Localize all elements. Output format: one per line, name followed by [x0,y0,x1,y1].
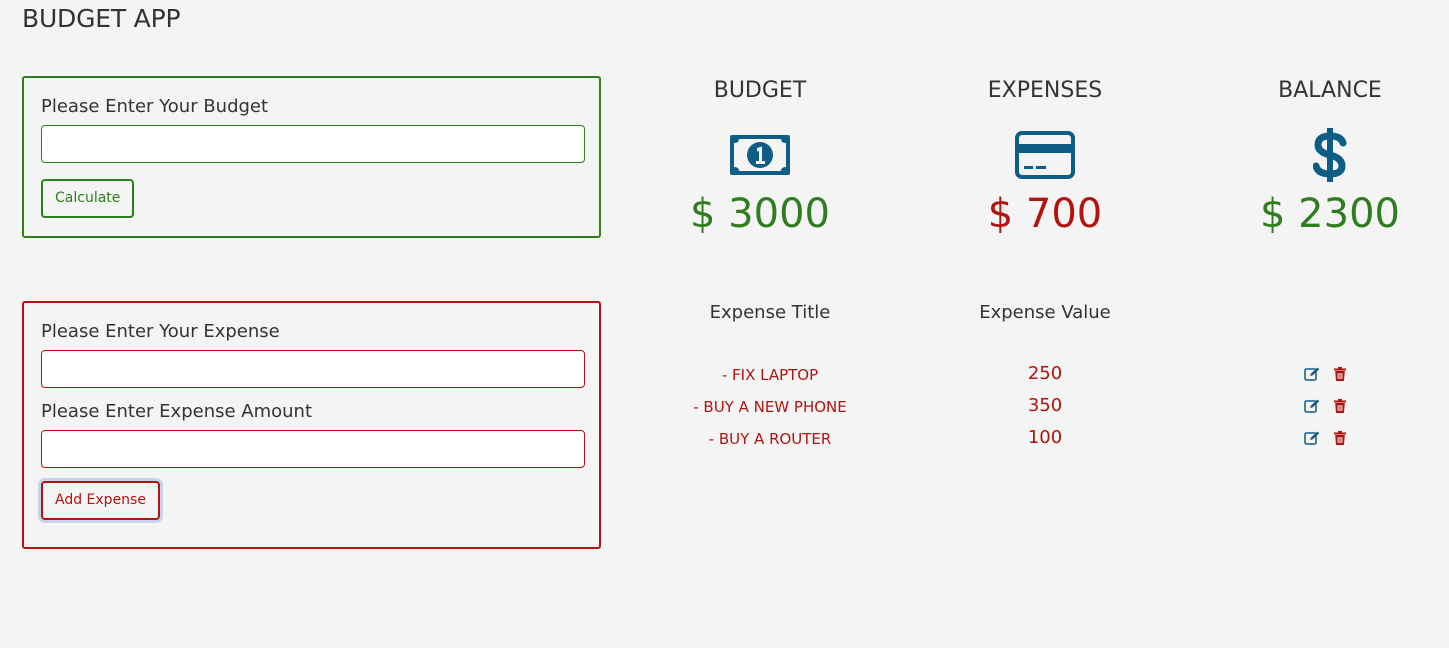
expenses-summary: EXPENSES $ 700 [915,76,1175,242]
trash-icon[interactable] [1332,398,1348,414]
add-expense-button[interactable]: Add Expense [41,481,160,520]
dollar-sign-icon [1200,128,1449,182]
expense-form: Please Enter Your Expense Please Enter E… [22,301,601,549]
edit-icon[interactable] [1304,430,1320,446]
expense-item-value: 350 [1027,395,1063,416]
expense-amount-input[interactable] [41,430,585,468]
budget-summary: BUDGET $ 3000 [630,76,890,242]
edit-icon[interactable] [1304,398,1320,414]
credit-card-icon [915,130,1175,180]
trash-icon[interactable] [1332,430,1348,446]
budget-amount: $ 3000 [690,191,830,237]
expense-item-title: - buy a new phone [693,398,847,416]
expenses-amount: $ 700 [987,191,1103,237]
expenses-title: EXPENSES [987,78,1103,103]
expense-value-header: Expense Value [979,302,1111,323]
expense-title-input[interactable] [41,350,585,388]
expense-input-label: Please Enter Your Expense [41,321,280,342]
amount-input-label: Please Enter Expense Amount [41,401,313,422]
edit-icon[interactable] [1304,366,1320,382]
balance-summary: BALANCE $ 2300 [1200,76,1449,242]
budget-form: Please Enter Your Budget Calculate [22,76,601,238]
expense-row: - fix laptop 250 [630,362,1390,388]
expense-item-value: 250 [1027,363,1063,384]
trash-icon[interactable] [1332,366,1348,382]
expense-item-value: 100 [1027,427,1063,448]
balance-title: BALANCE [1278,78,1382,103]
expense-title-header: Expense Title [709,302,831,323]
expense-row: - buy a router 100 [630,426,1390,452]
expense-item-title: - buy a router [708,430,832,448]
app-title: BUDGET APP [22,4,181,33]
budget-input[interactable] [41,125,585,163]
budget-title: BUDGET [713,78,807,103]
expense-item-title: - fix laptop [721,366,819,384]
calculate-button[interactable]: Calculate [41,179,135,218]
budget-input-label: Please Enter Your Budget [41,96,269,117]
money-bill-icon [630,130,890,180]
expense-row: - buy a new phone 350 [630,394,1390,420]
balance-amount: $ 2300 [1260,191,1400,237]
